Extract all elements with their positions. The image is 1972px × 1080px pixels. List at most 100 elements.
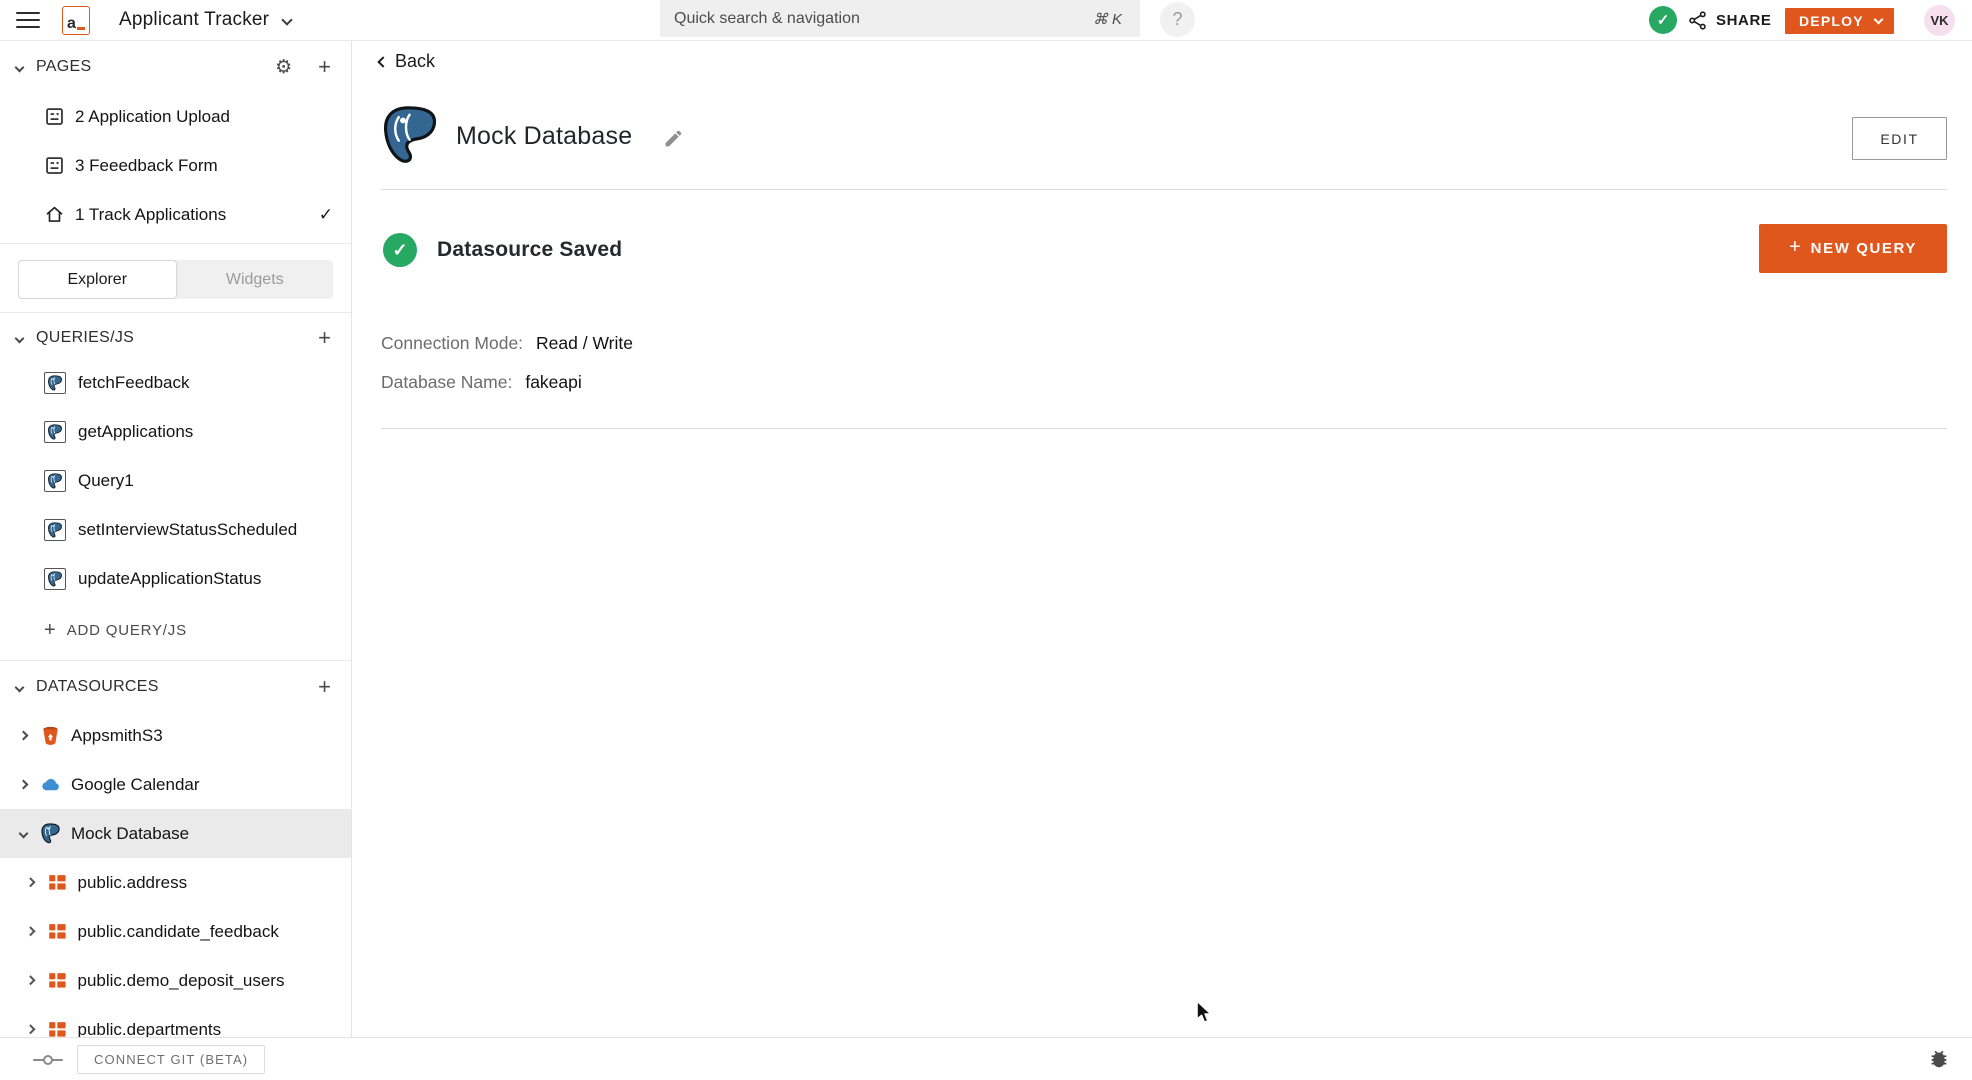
table-item-public-departments[interactable]: public.departments xyxy=(0,1005,351,1037)
table-icon xyxy=(48,1022,66,1037)
chevron-right-icon[interactable] xyxy=(25,877,35,888)
page-label: 1 Track Applications xyxy=(75,204,227,224)
git-commit-icon xyxy=(33,1055,63,1065)
chevron-down-icon[interactable] xyxy=(14,62,25,72)
query-label: updateApplicationStatus xyxy=(78,568,262,588)
divider xyxy=(381,428,1947,429)
chevron-right-icon[interactable] xyxy=(25,926,35,937)
pages-section-header[interactable]: PAGES ⚙ + xyxy=(0,47,351,87)
explorer-sidebar: PAGES ⚙ + 2 Application Upload 3 Feeedba… xyxy=(0,41,352,1037)
datasources-section-label: DATASOURCES xyxy=(36,678,159,695)
help-button[interactable]: ? xyxy=(1160,2,1195,37)
table-item-public-address[interactable]: public.address xyxy=(0,858,351,907)
add-datasource-button[interactable]: + xyxy=(318,676,331,698)
add-query-js-button[interactable]: + ADD QUERY/JS xyxy=(0,606,351,655)
table-label: public.demo_deposit_users xyxy=(77,970,285,990)
cloud-icon xyxy=(42,778,59,791)
datasource-label: Mock Database xyxy=(71,823,190,843)
s3-bucket-icon xyxy=(43,726,58,745)
query-label: getApplications xyxy=(78,421,194,441)
share-button[interactable]: SHARE xyxy=(1687,0,1772,41)
datasources-section-header[interactable]: DATASOURCES + xyxy=(0,667,351,707)
query-item-updateapplicationstatus[interactable]: updateApplicationStatus xyxy=(0,554,351,603)
chevron-right-icon[interactable] xyxy=(18,779,29,790)
new-query-label: NEW QUERY xyxy=(1810,240,1918,257)
datasource-label: AppsmithS3 xyxy=(71,725,163,745)
page-item-application-upload[interactable]: 2 Application Upload xyxy=(0,92,351,141)
divider xyxy=(0,243,351,244)
chevron-right-icon[interactable] xyxy=(25,975,35,986)
deploy-chevron-down-icon[interactable] xyxy=(1873,14,1884,25)
app-logo-underscore xyxy=(76,27,85,30)
query-label: setInterviewStatusScheduled xyxy=(78,519,298,539)
postgres-query-icon xyxy=(44,371,66,394)
table-label: public.candidate_feedback xyxy=(77,921,279,941)
field-value: fakeapi xyxy=(525,371,582,392)
queries-section-label: QUERIES/JS xyxy=(36,329,135,346)
query-item-query1[interactable]: Query1 xyxy=(0,456,351,505)
share-label: SHARE xyxy=(1716,12,1772,29)
app-logo[interactable]: a xyxy=(62,5,90,35)
queries-list: fetchFeedback getApplications Query1 set… xyxy=(0,358,351,603)
query-item-getapplications[interactable]: getApplications xyxy=(0,407,351,456)
queries-section-header[interactable]: QUERIES/JS + xyxy=(0,318,351,358)
add-query-plus-button[interactable]: + xyxy=(318,327,331,349)
chevron-right-icon[interactable] xyxy=(25,1024,35,1035)
edit-name-pencil-icon[interactable] xyxy=(663,128,684,149)
connect-git-button[interactable]: CONNECT GIT (BETA) xyxy=(77,1044,266,1074)
postgres-logo xyxy=(383,106,437,163)
add-page-button[interactable]: + xyxy=(318,56,331,78)
divider xyxy=(0,312,351,313)
database-name-field: Database Name: fakeapi xyxy=(381,370,582,394)
field-label: Connection Mode: xyxy=(381,332,524,353)
page-item-track-applications[interactable]: 1 Track Applications ✓ xyxy=(0,190,351,239)
table-item-public-demo-deposit-users[interactable]: public.demo_deposit_users xyxy=(0,956,351,1005)
tab-widgets[interactable]: Widgets xyxy=(177,260,334,299)
table-item-public-candidate-feedback[interactable]: public.candidate_feedback xyxy=(0,907,351,956)
back-label: Back xyxy=(395,51,436,71)
page-item-feedback-form[interactable]: 3 Feeedback Form xyxy=(0,141,351,190)
datasource-status: ✓ Datasource Saved xyxy=(383,233,622,267)
divider xyxy=(381,189,1947,190)
add-query-js-label: ADD QUERY/JS xyxy=(66,622,187,639)
chevron-down-icon[interactable] xyxy=(18,828,29,839)
status-text: Datasource Saved xyxy=(437,238,623,261)
plus-icon: + xyxy=(1788,236,1801,258)
query-item-setinterviewstatusscheduled[interactable]: setInterviewStatusScheduled xyxy=(0,505,351,554)
chevron-down-icon[interactable] xyxy=(14,333,25,343)
postgres-query-icon xyxy=(44,567,66,590)
new-query-button[interactable]: + NEW QUERY xyxy=(1759,224,1947,273)
table-icon xyxy=(48,875,66,890)
user-avatar[interactable]: VK xyxy=(1924,5,1955,36)
quick-search-input[interactable]: Quick search & navigation ⌘ K xyxy=(660,0,1140,37)
success-check-icon: ✓ xyxy=(383,233,417,267)
deploy-button[interactable]: DEPLOY xyxy=(1785,8,1894,34)
hamburger-menu-icon[interactable] xyxy=(16,12,40,28)
datasource-item-appsmiths3[interactable]: AppsmithS3 xyxy=(0,711,351,760)
app-title[interactable]: Applicant Tracker xyxy=(119,9,269,31)
divider xyxy=(0,660,351,661)
edit-button[interactable]: EDIT xyxy=(1852,117,1947,160)
bug-report-icon[interactable] xyxy=(1928,1048,1950,1070)
chevron-right-icon[interactable] xyxy=(18,730,29,741)
chevron-down-icon[interactable] xyxy=(281,14,293,26)
tab-explorer[interactable]: Explorer xyxy=(18,260,177,299)
datasource-item-google-calendar[interactable]: Google Calendar xyxy=(0,760,351,809)
chevron-down-icon[interactable] xyxy=(14,682,25,692)
gear-icon[interactable]: ⚙ xyxy=(275,57,292,77)
postgres-query-icon xyxy=(44,420,66,443)
search-placeholder: Quick search & navigation xyxy=(674,9,860,27)
postgres-query-icon xyxy=(44,469,66,492)
page-icon xyxy=(46,157,63,174)
postgres-query-icon xyxy=(44,518,66,541)
query-item-fetchfeedback[interactable]: fetchFeedback xyxy=(0,358,351,407)
page-label: 2 Application Upload xyxy=(75,106,231,126)
back-chevron-icon xyxy=(377,55,389,68)
bottom-bar: CONNECT GIT (BETA) xyxy=(0,1037,1972,1080)
sidebar-tabs: Explorer Widgets xyxy=(18,260,333,299)
table-label: public.departments xyxy=(77,1019,222,1038)
back-button[interactable]: Back xyxy=(377,51,436,72)
search-shortcut: ⌘ K xyxy=(1092,10,1122,28)
datasource-item-mock-database[interactable]: Mock Database xyxy=(0,809,351,858)
page-label: 3 Feeedback Form xyxy=(75,155,218,175)
